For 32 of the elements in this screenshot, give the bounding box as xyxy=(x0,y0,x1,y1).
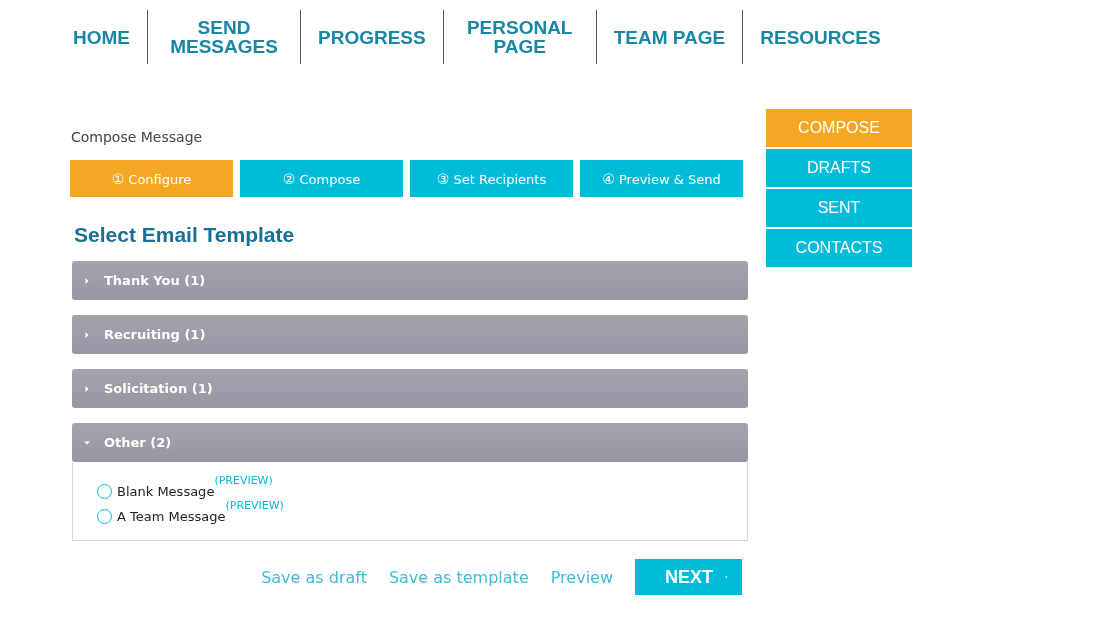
nav-link[interactable]: SEND MESSAGES xyxy=(148,18,300,56)
caret-icon xyxy=(84,385,90,392)
nav-link[interactable]: RESOURCES xyxy=(743,27,896,47)
preview-link[interactable]: (PREVIEW) xyxy=(225,499,284,512)
nav-link[interactable]: PROGRESS xyxy=(301,27,443,47)
side-menu-item[interactable]: CONTACTS xyxy=(766,229,912,267)
action-link[interactable]: Save as template xyxy=(388,567,529,587)
action-link[interactable]: Preview xyxy=(550,567,613,587)
next-button[interactable]: NEXT xyxy=(635,559,742,595)
accordion-header[interactable]: Thank You (1) xyxy=(72,261,748,300)
option-label[interactable]: Blank Message xyxy=(117,484,215,499)
accordion-header[interactable]: Solicitation (1) xyxy=(72,369,748,408)
step-tab[interactable]: ① Configure xyxy=(70,160,233,197)
nav-link[interactable]: TEAM PAGE xyxy=(596,27,743,47)
side-menu-item[interactable]: COMPOSE xyxy=(766,109,912,147)
section-heading: Select Email Template xyxy=(74,223,296,247)
caret-icon xyxy=(84,439,90,446)
caret-icon xyxy=(84,331,90,338)
preview-link[interactable]: (PREVIEW) xyxy=(214,474,273,487)
step-tab[interactable]: ④ Preview & Send xyxy=(580,160,743,197)
caret-icon xyxy=(84,277,90,284)
side-menu-item[interactable]: SENT xyxy=(766,189,912,227)
nav-link[interactable]: HOME xyxy=(56,27,147,47)
accordion-header[interactable]: Other (2) xyxy=(72,423,748,462)
step-tab[interactable]: ② Compose xyxy=(240,160,403,197)
page-title: Compose Message xyxy=(71,129,204,145)
side-menu-item[interactable]: DRAFTS xyxy=(766,149,912,187)
option-label[interactable]: A Team Message xyxy=(117,509,226,524)
accordion-header[interactable]: Recruiting (1) xyxy=(72,315,748,354)
nav-link[interactable]: PERSONAL PAGE xyxy=(443,18,596,56)
action-link[interactable]: Save as draft xyxy=(261,567,367,587)
step-tab[interactable]: ③ Set Recipients xyxy=(410,160,573,197)
